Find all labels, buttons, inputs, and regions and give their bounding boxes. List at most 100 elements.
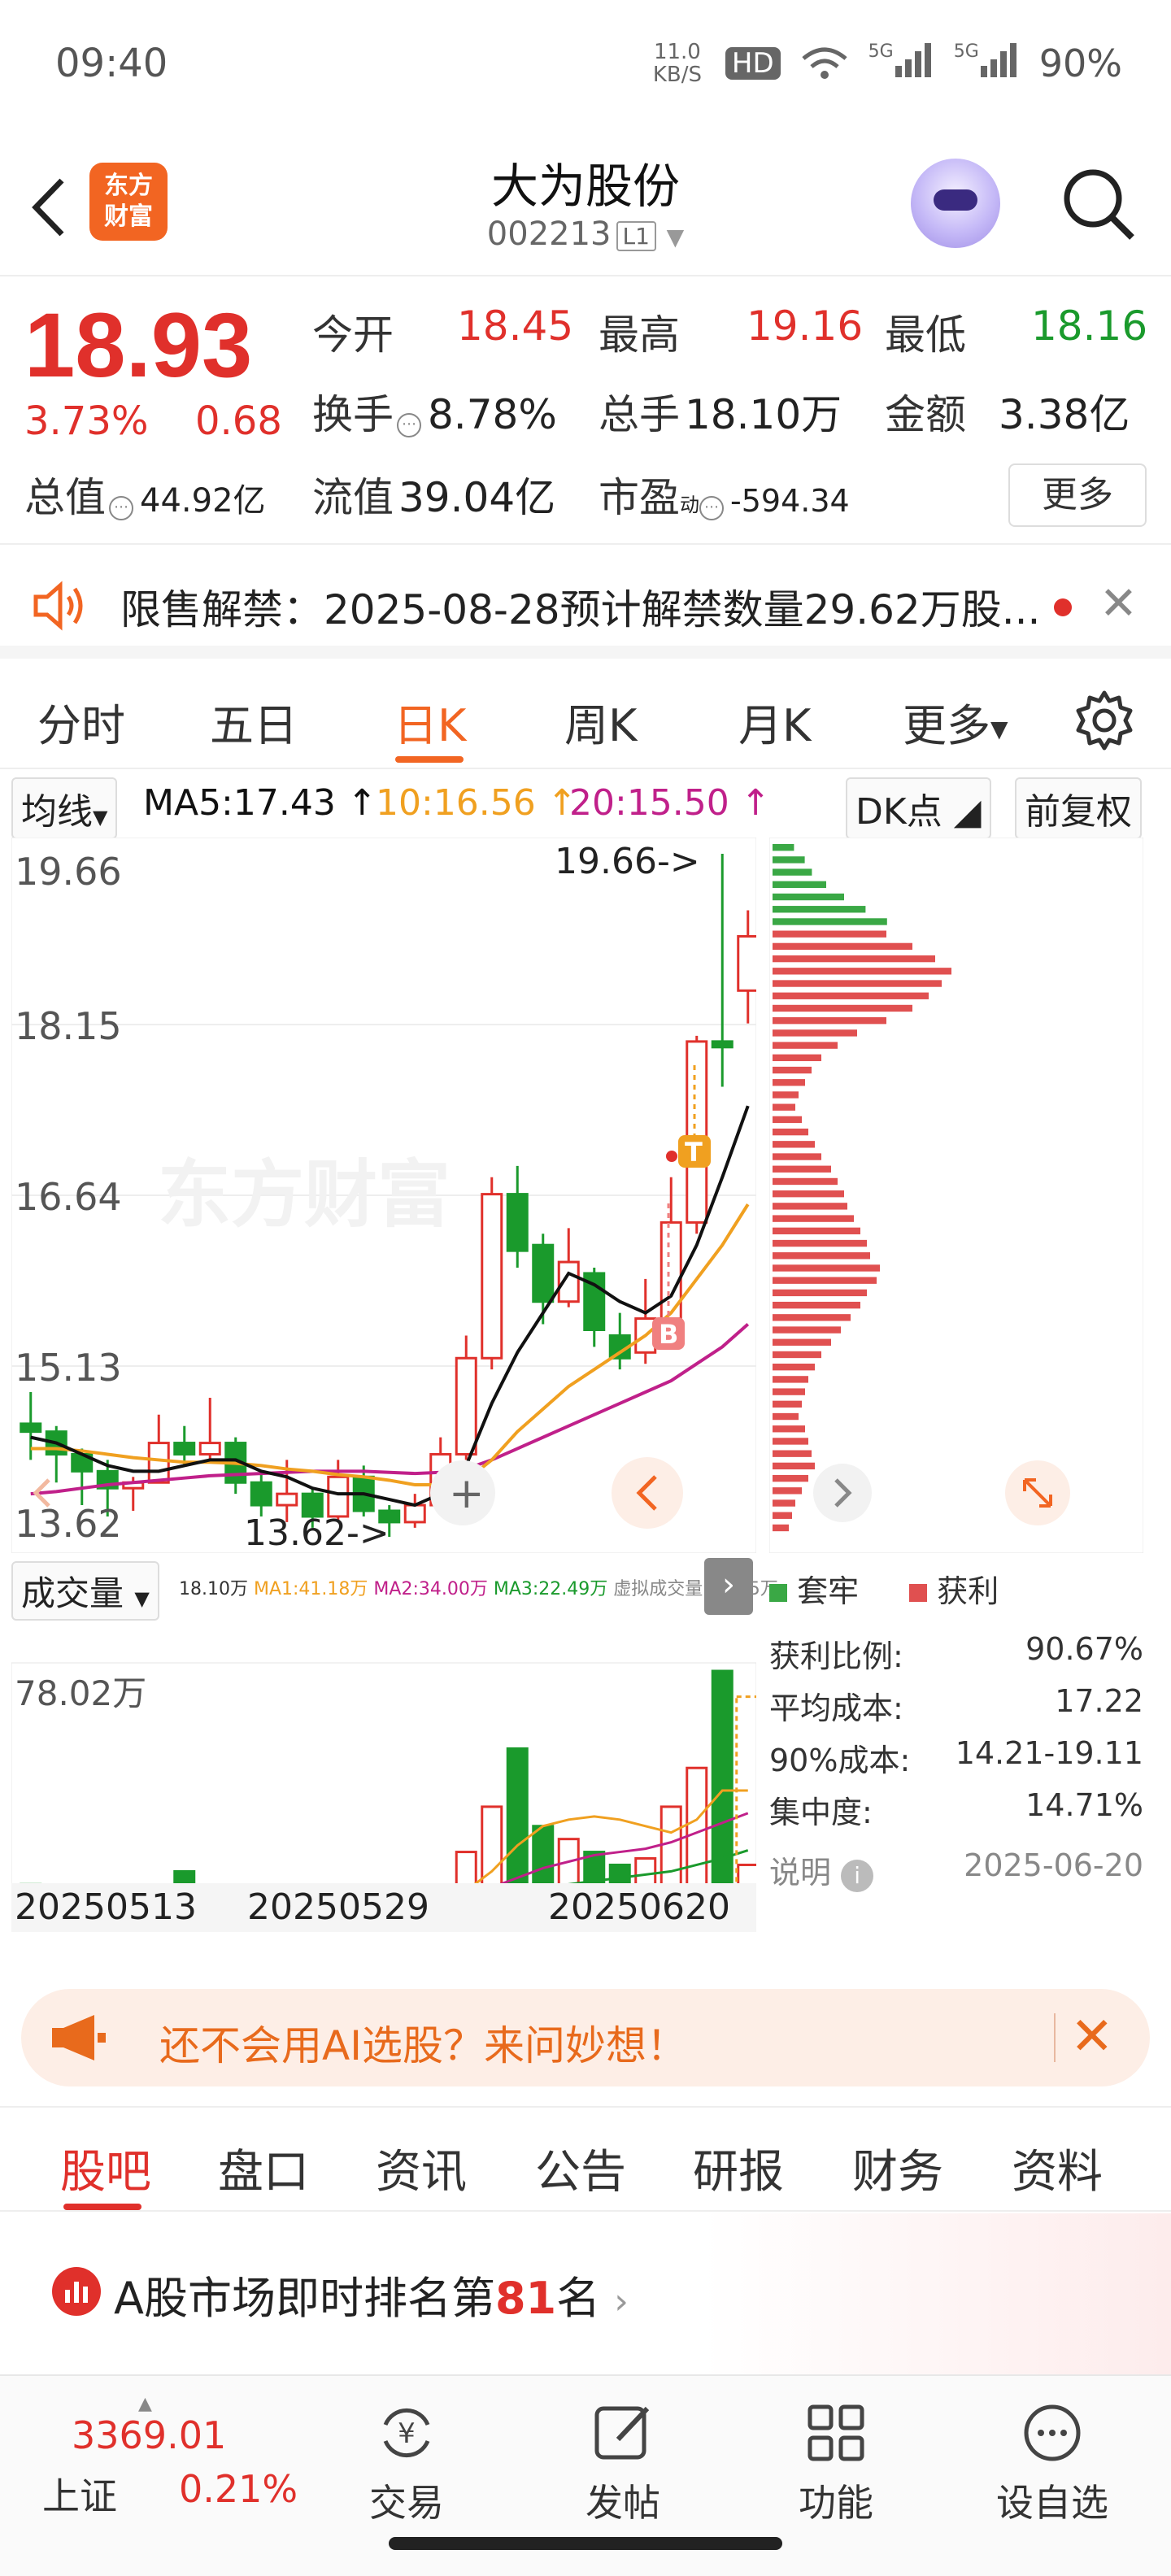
index-change: 0.21% (179, 2467, 298, 2511)
tab-five-day[interactable]: 五日 (210, 690, 298, 754)
notice-bar[interactable]: 限售解禁：2025-08-28预计解禁数量29.62万股... ✕ (0, 553, 1171, 659)
buy-marker-label: B (659, 1319, 678, 1350)
search-icon[interactable] (1057, 163, 1138, 244)
trade-icon: ¥ (383, 2408, 430, 2458)
dist-bar-profit (773, 1029, 857, 1037)
ma-selector[interactable]: 均线▼ (11, 777, 118, 839)
dist-bar-profit (773, 1524, 789, 1532)
tab-research[interactable]: 研报 (693, 2135, 784, 2201)
ma-legend-row: 均线▼ MA5:17.43 ↑ 10:16.56 ↑ 20:15.50 ↑ DK… (0, 772, 1171, 839)
dist-bar-profit (773, 1066, 812, 1074)
add-watchlist-icon (1024, 2404, 1081, 2461)
tab-finance[interactable]: 财务 (852, 2135, 943, 2201)
rank-text[interactable]: A股市场即时排名第81名 › (114, 2262, 629, 2326)
tab-intraday[interactable]: 分时 (37, 690, 125, 754)
more-button[interactable]: 更多 (1008, 463, 1147, 527)
change-amount: 0.68 (195, 398, 282, 444)
notice-text[interactable]: 限售解禁：2025-08-28预计解禁数量29.62万股... (120, 577, 1040, 636)
candle-body (481, 1193, 503, 1360)
plus-glyph: + (449, 1469, 485, 1518)
open-value: 18.45 (457, 302, 574, 350)
tab-announcements[interactable]: 公告 (535, 2135, 626, 2201)
candlestick-chart[interactable]: 东方财富 19.66 18.15 16.64 15.13 13.62 19.66-> 13.6… (11, 838, 756, 1553)
ai-promo-text[interactable]: 还不会用AI选股？来问妙想！ (159, 2013, 687, 2072)
y-axis-label: 15.13 (15, 1346, 122, 1390)
dist-bar-profit (773, 1091, 799, 1099)
candle-body (250, 1481, 272, 1507)
tab-daily-k[interactable]: 日K (394, 690, 466, 754)
dist-bar-profit (773, 1301, 860, 1309)
dist-bar-profit (773, 1141, 815, 1148)
dist-bar-profit (773, 1326, 841, 1334)
nav-watchlist[interactable]: 设自选 (971, 2400, 1134, 2527)
tab-more[interactable]: 更多▼ (903, 690, 1008, 754)
tab-profile[interactable]: 资料 (1012, 2135, 1103, 2201)
nav-post[interactable]: 发帖 (542, 2400, 704, 2527)
candle-body (737, 935, 756, 992)
min-price-marker: 13.62-> (244, 1512, 390, 1553)
dist-bar-profit (773, 1153, 821, 1160)
cost-90-row: 90%成本: 14.21-19.11 (769, 1735, 1143, 1778)
tab-orderbook[interactable]: 盘口 (218, 2135, 309, 2201)
y-axis-label: 19.66 (15, 850, 122, 894)
open-cell: 今开 (312, 311, 394, 359)
chevron-right-icon[interactable]: › (704, 1558, 753, 1615)
tab-news[interactable]: 资讯 (376, 2135, 467, 2201)
tab-guba[interactable]: 股吧 (60, 2135, 151, 2201)
volume-cell: 总手 18.10万 (599, 391, 842, 438)
market-rank-card[interactable]: A股市场即时排名第81名 › (0, 2213, 1171, 2376)
ma20-value: 20:15.50 ↑ (569, 782, 771, 824)
chevron-left-icon (612, 1457, 683, 1529)
dist-bar-profit (773, 1400, 802, 1408)
market-level-tag: L1 (616, 220, 656, 251)
assistant-robot-icon[interactable] (911, 159, 1000, 248)
close-icon[interactable]: ✕ (1099, 577, 1138, 630)
dist-bar-profit (773, 1227, 860, 1235)
chip-distribution-chart[interactable] (769, 838, 1143, 1553)
candle-body (711, 1040, 734, 1049)
candle-body (506, 1193, 529, 1252)
sell-marker-label: T (685, 1137, 703, 1168)
high-cell: 最高 (599, 311, 680, 359)
wifi-icon (802, 47, 847, 79)
apps-grid-icon (808, 2404, 864, 2461)
y-axis-label: 16.64 (15, 1175, 122, 1219)
volume-legend: 18.10万 MA1:41.18万 MA2:34.00万 MA3:22.49万 … (179, 1579, 778, 1599)
tab-monthly-k[interactable]: 月K (738, 690, 811, 754)
adjust-selector[interactable]: 前复权 (1015, 777, 1142, 839)
candle-body (403, 1503, 426, 1524)
dist-bar-trapped (773, 918, 887, 925)
note-row[interactable]: 说明 i 2025-06-20 (769, 1847, 1143, 1892)
chip-stats: 套牢 获利 获利比例: 90.67% 平均成本: 17.22 90%成本: 14.21… (769, 1558, 1143, 1899)
tab-weekly-k[interactable]: 周K (564, 690, 637, 754)
ai-promo-banner[interactable]: 还不会用AI选股？来问妙想！ ✕ (21, 1989, 1150, 2086)
dist-bar-profit (773, 980, 942, 987)
nav-function[interactable]: 功能 (755, 2400, 917, 2527)
dist-bar-profit (773, 1314, 851, 1321)
y-axis-label: 13.62 (15, 1502, 122, 1546)
nav-trade[interactable]: ¥ 交易 (325, 2400, 488, 2527)
close-icon[interactable]: ✕ (1070, 2007, 1114, 2067)
concentration-row: 集中度: 14.71% (769, 1787, 1143, 1830)
dist-bar-profit (773, 1425, 805, 1433)
dist-bar-profit (773, 1512, 792, 1519)
bar-chart-icon (52, 2267, 101, 2316)
dist-bar-profit (773, 1116, 802, 1124)
dk-point-selector[interactable]: DK点 ◢ (846, 777, 991, 839)
signal-icon-1: 5G (868, 41, 934, 85)
volume-selector[interactable]: 成交量 ▼ (11, 1561, 159, 1621)
status-time: 09:40 (55, 41, 168, 86)
mktcap-cell: 总值 ⋯ 44.92亿 (24, 474, 266, 521)
dist-bar-profit (773, 1177, 838, 1186)
dist-bar-profit (773, 1004, 912, 1012)
chevron-down-icon: ▼ (666, 224, 685, 250)
last-price: 18.93 (24, 294, 253, 396)
gear-icon[interactable] (1072, 688, 1137, 753)
index-name: 上证 (42, 2474, 117, 2518)
dist-bar-profit (773, 1364, 815, 1371)
candle-body (327, 1475, 350, 1518)
dist-bar-profit (773, 1054, 821, 1062)
candle-body (198, 1442, 221, 1456)
active-tab-indicator (395, 756, 464, 763)
svg-text:¥: ¥ (398, 2417, 416, 2450)
